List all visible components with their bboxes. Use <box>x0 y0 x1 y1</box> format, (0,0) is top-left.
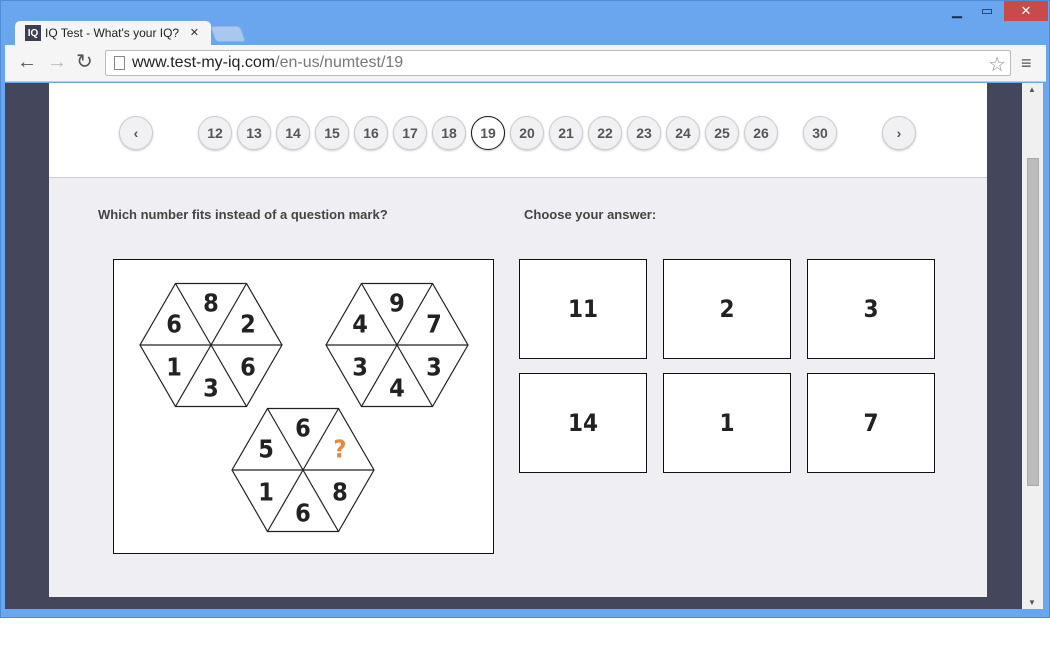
hexagon-puzzle: 8263169734346?8615 <box>139 282 469 533</box>
answer-option[interactable]: 1 <box>663 373 791 473</box>
url-path: /en-us/numtest/19 <box>275 54 404 71</box>
question-mark: ? <box>333 435 346 464</box>
page-button[interactable]: 23 <box>627 116 661 150</box>
page-button[interactable]: 21 <box>549 116 583 150</box>
address-bar[interactable]: www.test-my-iq.com/en-us/numtest/19 ☆ <box>105 50 1011 76</box>
hexagon-number: 3 <box>426 352 442 381</box>
hexagon: 826316 <box>139 282 283 408</box>
scroll-up-icon[interactable]: ▲ <box>1028 85 1036 94</box>
toolbar: ← → ↻ www.test-my-iq.com/en-us/numtest/1… <box>5 45 1046 82</box>
page-viewport: ‹ › 30 12 13 14 15 16 17 18 19 20 21 22 23 24 25 26 Wh… <box>5 83 1027 609</box>
scroll-down-icon[interactable]: ▼ <box>1028 598 1036 607</box>
page-button[interactable]: 20 <box>510 116 544 150</box>
test-page: ‹ › 30 12 13 14 15 16 17 18 19 20 21 22 23 24 25 26 Wh… <box>49 83 987 597</box>
puzzle-image: 8 2 6 3 1 6 9 7 3 4 3 4 6? 8 6 1 5 <box>113 259 494 554</box>
hexagon-number: 6 <box>166 310 182 339</box>
hexagon-number: 6 <box>295 499 311 528</box>
question-pager: ‹ › 30 12 13 14 15 16 17 18 19 20 21 22 23 24 25 26 <box>49 83 987 178</box>
page-button[interactable]: 14 <box>276 116 310 150</box>
hexagon-number: 4 <box>352 310 368 339</box>
back-icon[interactable]: ← <box>17 51 37 73</box>
page-button-last[interactable]: 30 <box>803 116 837 150</box>
minimize-button[interactable]: ▁ <box>943 1 971 21</box>
answer-option[interactable]: 7 <box>807 373 935 473</box>
next-page-button[interactable]: › <box>882 116 916 150</box>
hexagon-number: 3 <box>203 374 219 403</box>
close-window-button[interactable]: ✕ <box>1004 1 1048 21</box>
menu-icon[interactable]: ≡ <box>1021 53 1032 74</box>
page-button[interactable]: 16 <box>354 116 388 150</box>
page-button[interactable]: 26 <box>744 116 778 150</box>
scrollbar-thumb[interactable] <box>1027 158 1039 486</box>
reload-icon[interactable]: ↻ <box>76 51 93 73</box>
new-tab-button[interactable] <box>210 26 246 42</box>
scrollbar[interactable]: ▲ ▼ <box>1022 83 1043 609</box>
hexagon-number: 2 <box>240 310 256 339</box>
maximize-button[interactable]: ▭ <box>973 1 1001 21</box>
hexagon-number: 1 <box>166 352 182 381</box>
page-button[interactable]: 15 <box>315 116 349 150</box>
bookmark-star-icon[interactable]: ☆ <box>988 52 1006 77</box>
answer-prompt: Choose your answer: <box>524 207 657 222</box>
browser-window: ▁ ▭ ✕ IQ IQ Test - What's your IQ? ✕ ← →… <box>0 0 1050 618</box>
page-button[interactable]: 17 <box>393 116 427 150</box>
page-button[interactable]: 18 <box>432 116 466 150</box>
page-button[interactable]: 13 <box>237 116 271 150</box>
answer-option[interactable]: 2 <box>663 259 791 359</box>
hexagon-number: 4 <box>389 374 405 403</box>
page-button[interactable]: 24 <box>666 116 700 150</box>
tab-title: IQ Test - What's your IQ? <box>45 26 180 40</box>
question-text: Which number fits instead of a question … <box>98 207 388 222</box>
page-icon <box>114 56 125 70</box>
favicon-icon: IQ <box>25 25 41 41</box>
hexagon-number: 8 <box>332 477 348 506</box>
page-button[interactable]: 19 <box>471 116 505 150</box>
hexagon-number: 9 <box>389 288 405 317</box>
answer-option[interactable]: 14 <box>519 373 647 473</box>
answer-option[interactable]: 11 <box>519 259 647 359</box>
page-button[interactable]: 25 <box>705 116 739 150</box>
prev-page-button[interactable]: ‹ <box>119 116 153 150</box>
browser-tab[interactable]: IQ IQ Test - What's your IQ? ✕ <box>15 21 211 45</box>
hexagon-number: 1 <box>258 477 274 506</box>
hexagon: 6?8615 <box>231 407 375 533</box>
url-host: www.test-my-iq.com <box>132 54 276 71</box>
hexagon-number: 5 <box>258 435 274 464</box>
hexagon-number: 3 <box>352 352 368 381</box>
page-button[interactable]: 22 <box>588 116 622 150</box>
hexagon-number: 6 <box>240 352 256 381</box>
hexagon-number: 7 <box>426 310 442 339</box>
answer-option[interactable]: 3 <box>807 259 935 359</box>
hexagon-number: 8 <box>203 288 219 317</box>
close-tab-icon[interactable]: ✕ <box>190 26 199 39</box>
forward-icon[interactable]: → <box>47 51 67 73</box>
hexagon-number: 6 <box>295 413 311 442</box>
hexagon: 973434 <box>325 282 469 408</box>
page-button[interactable]: 12 <box>198 116 232 150</box>
